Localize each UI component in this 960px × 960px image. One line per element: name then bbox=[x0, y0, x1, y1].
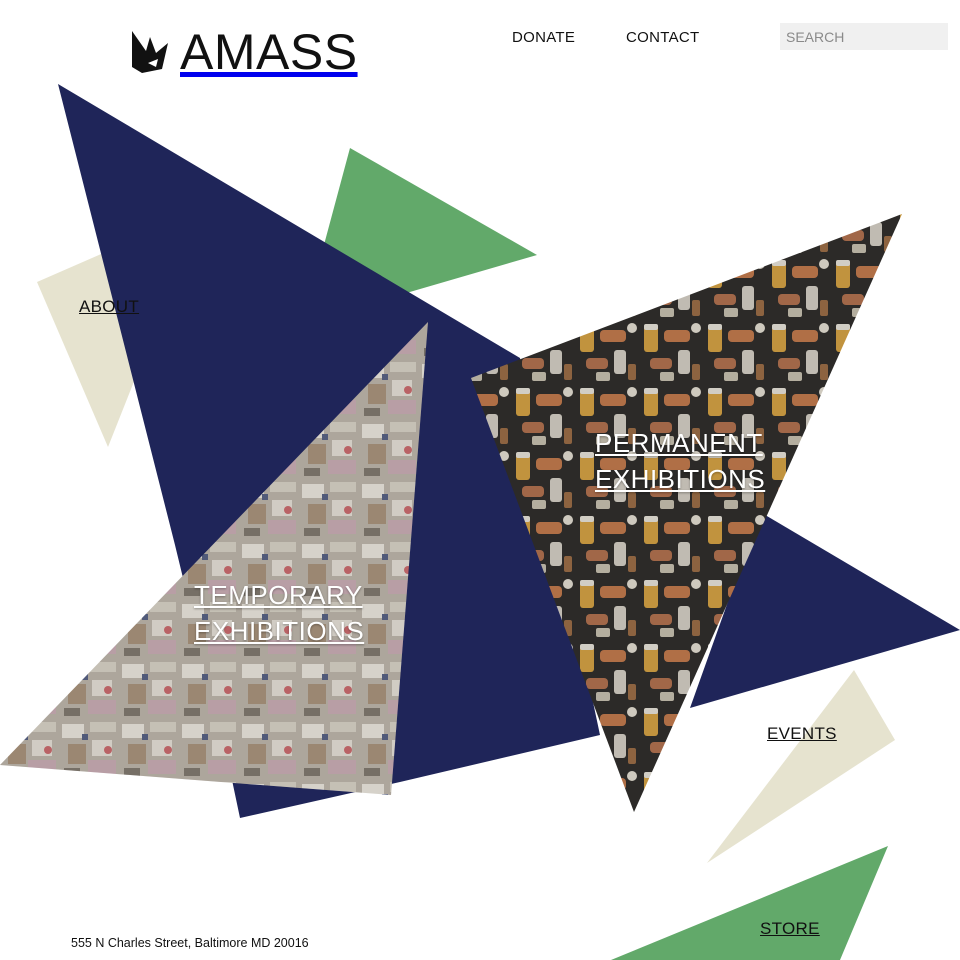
donate-link[interactable]: DONATE bbox=[512, 28, 575, 48]
permanent-exhibitions-line2: EXHIBITIONS bbox=[595, 464, 766, 494]
search-input[interactable] bbox=[780, 23, 948, 50]
about-link[interactable]: ABOUT bbox=[79, 296, 139, 318]
bird-origami-icon bbox=[132, 31, 168, 73]
permanent-exhibitions-link[interactable]: PERMANENT EXHIBITIONS bbox=[595, 425, 795, 497]
permanent-exhibitions-line1: PERMANENT bbox=[595, 428, 763, 458]
geometric-artwork bbox=[0, 84, 960, 960]
brand-logo[interactable]: AMASS bbox=[130, 24, 358, 80]
contact-link[interactable]: CONTACT bbox=[626, 28, 699, 48]
brand-name: AMASS bbox=[180, 24, 358, 80]
events-link[interactable]: EVENTS bbox=[767, 723, 837, 745]
temporary-exhibitions-line1: TEMPORARY bbox=[194, 580, 363, 610]
store-triangle[interactable] bbox=[611, 846, 888, 960]
store-link[interactable]: STORE bbox=[760, 918, 820, 940]
events-triangle[interactable] bbox=[707, 670, 895, 863]
temporary-exhibitions-line2: EXHIBITIONS bbox=[194, 616, 365, 646]
footer-address: 555 N Charles Street, Baltimore MD 20016 bbox=[71, 936, 309, 950]
temporary-exhibitions-link[interactable]: TEMPORARY EXHIBITIONS bbox=[194, 577, 394, 649]
